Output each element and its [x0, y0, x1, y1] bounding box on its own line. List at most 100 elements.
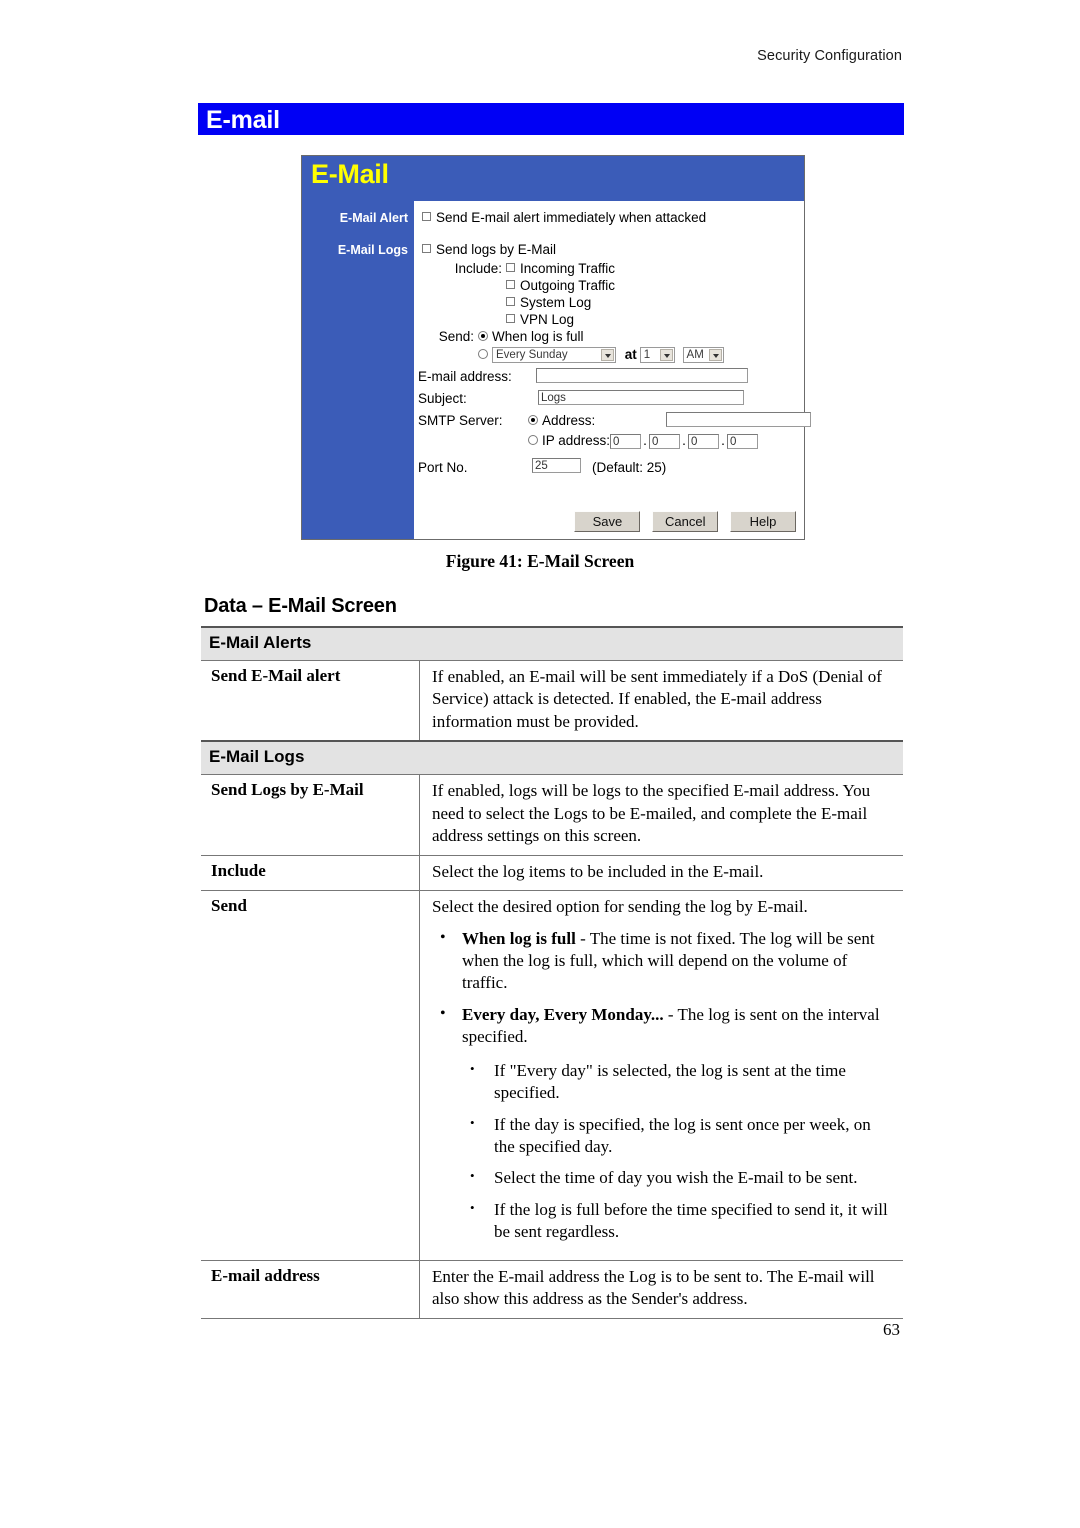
subject-label: Subject:: [418, 391, 467, 406]
cancel-button[interactable]: Cancel: [652, 511, 719, 532]
help-button[interactable]: Help: [730, 511, 796, 532]
send-intro-text: Select the desired option for sending th…: [432, 897, 808, 917]
row-value-email-address: Enter the E-mail address the Log is to b…: [419, 1260, 903, 1319]
system-log-checkbox[interactable]: [506, 297, 515, 306]
screen-button-bar: Save Cancel Help: [566, 511, 796, 532]
section-title-email-alerts: E-Mail Alerts: [201, 626, 903, 661]
send-option-schedule: Every Sunday at 1 AM: [478, 347, 724, 364]
ip-separator: .: [721, 433, 725, 448]
port-default-note: (Default: 25): [592, 460, 667, 475]
list-item: Select the time of day you wish the E-ma…: [470, 1167, 895, 1189]
port-input[interactable]: 25: [532, 458, 581, 473]
table-row: Send E-Mail alert If enabled, an E-mail …: [201, 660, 903, 742]
smtp-ip-octet-2[interactable]: 0: [649, 433, 681, 449]
sidebar-label-email-alert: E-Mail Alert: [339, 211, 408, 225]
when-log-full-label: When log is full: [492, 329, 584, 344]
chevron-down-icon: [659, 349, 673, 362]
figure-caption: Figure 41: E-Mail Screen: [445, 551, 635, 571]
bullet-bold-when-log-full: When log is full: [462, 928, 576, 948]
list-item: If "Every day" is selected, the log is s…: [470, 1060, 895, 1105]
email-address-input[interactable]: [536, 368, 748, 383]
page-number: 63: [883, 1320, 900, 1339]
table-section-header: E-Mail Logs: [201, 740, 903, 776]
chevron-down-icon: [601, 349, 614, 362]
schedule-ampm-select[interactable]: AM: [682, 347, 724, 364]
incoming-traffic-checkbox[interactable]: [506, 263, 515, 272]
email-screen-figure: E-Mail E-Mail Alert E-Mail Logs Send E-m…: [301, 155, 811, 540]
schedule-day-select[interactable]: Every Sunday: [492, 347, 616, 364]
row-key-email-address: E-mail address: [201, 1260, 420, 1319]
save-button[interactable]: Save: [574, 511, 641, 532]
incoming-traffic-label: Incoming Traffic: [520, 261, 616, 276]
send-logs-row: Send logs by E-Mail: [422, 242, 556, 257]
include-option-incoming-traffic: Incoming Traffic: [506, 261, 615, 276]
smtp-ip-octet-3[interactable]: 0: [688, 433, 720, 449]
smtp-address-row: Address:: [528, 413, 595, 428]
include-option-system-log: System Log: [506, 295, 591, 310]
schedule-hour-value: 1: [643, 349, 651, 362]
sidebar-label-email-logs: E-Mail Logs: [337, 243, 408, 257]
list-item: If the day is specified, the log is sent…: [470, 1114, 895, 1159]
list-item: If the log is full before the time speci…: [470, 1199, 895, 1244]
outgoing-traffic-checkbox[interactable]: [506, 280, 515, 289]
section-heading-bar: E-mail: [198, 103, 904, 135]
data-table: E-Mail Alerts Send E-Mail alert If enabl…: [201, 626, 903, 1319]
row-key-send-logs-by-email: Send Logs by E-Mail: [201, 774, 420, 856]
include-option-outgoing-traffic: Outgoing Traffic: [506, 278, 615, 293]
list-item: When log is full - The time is not fixed…: [440, 926, 895, 995]
running-header: Security Configuration: [757, 48, 902, 64]
include-option-vpn-log: VPN Log: [506, 312, 574, 327]
vpn-log-label: VPN Log: [520, 312, 575, 327]
smtp-server-label: SMTP Server:: [418, 413, 503, 428]
bullet-bold-every-day: Every day, Every Monday...: [462, 1004, 664, 1024]
schedule-ampm-value: AM: [686, 349, 704, 362]
schedule-day-value: Every Sunday: [496, 349, 568, 362]
port-label: Port No.: [418, 460, 468, 475]
row-value-send-logs-by-email: If enabled, logs will be logs to the spe…: [419, 774, 903, 856]
row-key-send: Send: [201, 890, 420, 1261]
table-row: Include Select the log items to be inclu…: [201, 855, 903, 892]
smtp-ip-octet-1[interactable]: 0: [610, 433, 642, 449]
screen-sidebar: E-Mail Alert E-Mail Logs: [302, 201, 414, 539]
row-value-send: Select the desired option for sending th…: [419, 890, 903, 1261]
send-at-label: at: [624, 347, 637, 362]
section-heading-text: E-mail: [206, 106, 280, 134]
row-value-send-email-alert: If enabled, an E-mail will be sent immed…: [419, 660, 903, 742]
vpn-log-checkbox[interactable]: [506, 314, 515, 323]
send-label: Send:: [438, 329, 474, 344]
smtp-address-label: Address:: [542, 413, 596, 428]
schedule-radio[interactable]: [478, 349, 488, 359]
smtp-ip-row: IP address: 0. 0. 0. 0: [528, 433, 759, 449]
send-email-alert-checkbox[interactable]: [422, 212, 431, 221]
smtp-ip-radio[interactable]: [528, 435, 538, 445]
system-log-label: System Log: [520, 295, 592, 310]
send-email-alert-label: Send E-mail alert immediately when attac…: [436, 210, 707, 225]
send-logs-checkbox[interactable]: [422, 244, 431, 253]
send-bullet-list: When log is full - The time is not fixed…: [432, 926, 895, 1049]
smtp-address-input[interactable]: [666, 412, 811, 427]
section-title-email-logs: E-Mail Logs: [201, 740, 903, 776]
table-row: Send Logs by E-Mail If enabled, logs wil…: [201, 774, 903, 856]
screen-body: Send E-mail alert immediately when attac…: [414, 201, 811, 539]
send-sub-bullet-list: If "Every day" is selected, the log is s…: [432, 1060, 895, 1244]
email-address-label: E-mail address:: [418, 369, 512, 384]
smtp-ip-octet-4[interactable]: 0: [727, 433, 759, 449]
when-log-full-radio[interactable]: [478, 331, 488, 341]
send-logs-label: Send logs by E-Mail: [436, 242, 557, 257]
chevron-down-icon: [708, 349, 722, 362]
page-title: Data – E-Mail Screen: [204, 595, 397, 617]
subject-input[interactable]: Logs: [538, 390, 744, 405]
send-option-when-log-full: When log is full: [478, 329, 584, 344]
smtp-ip-label: IP address:: [542, 433, 611, 448]
smtp-address-radio[interactable]: [528, 415, 538, 425]
outgoing-traffic-label: Outgoing Traffic: [520, 278, 616, 293]
ip-separator: .: [643, 433, 647, 448]
list-item: Every day, Every Monday... - The log is …: [440, 1003, 895, 1049]
email-alert-row: Send E-mail alert immediately when attac…: [422, 210, 706, 225]
table-row: Send Select the desired option for sendi…: [201, 890, 903, 1261]
screen-title-bar: E-Mail: [302, 156, 804, 201]
include-label: Include:: [454, 261, 502, 276]
schedule-hour-select[interactable]: 1: [639, 347, 675, 364]
ip-separator: .: [682, 433, 686, 448]
table-row: E-mail address Enter the E-mail address …: [201, 1260, 903, 1319]
